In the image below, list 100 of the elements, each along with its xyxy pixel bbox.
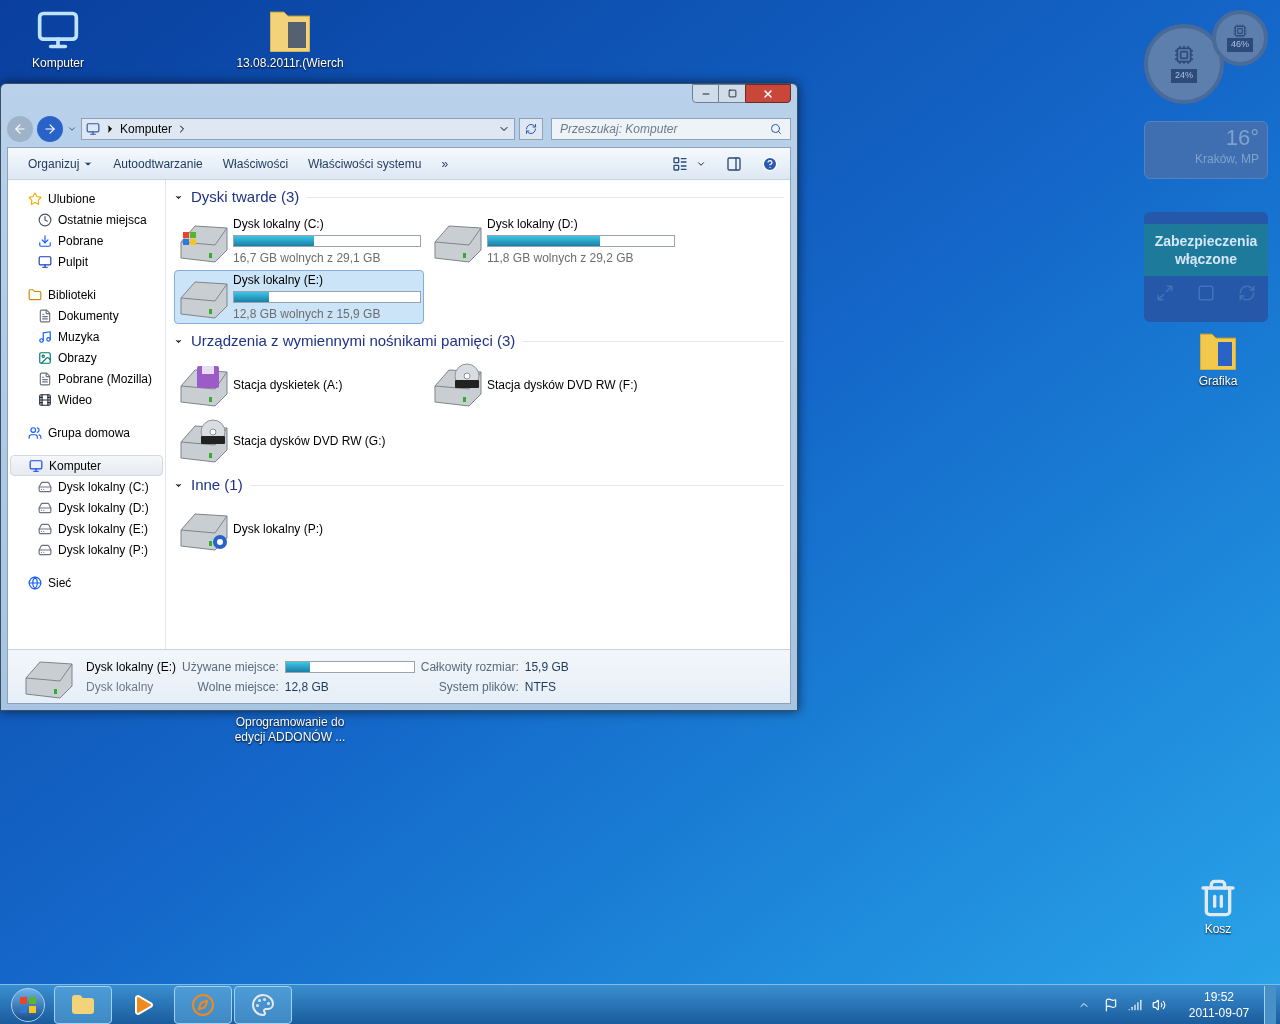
computer-icon: [29, 458, 43, 473]
drive-icon: [38, 542, 52, 557]
drive-tile[interactable]: Stacja dyskietek (A:): [174, 358, 424, 412]
preview-pane-icon[interactable]: [726, 155, 742, 172]
sidebar-item[interactable]: Wideo: [10, 389, 163, 410]
details-value: NTFS: [524, 678, 558, 696]
details-label: System plików:: [437, 678, 519, 696]
drive-name: Dysk lokalny (C:): [233, 216, 325, 233]
folder-icon: [270, 8, 310, 52]
drive-tile[interactable]: Dysk lokalny (D:) 11,8 GB wolnych z 29,2 GB: [428, 214, 678, 268]
address-bar[interactable]: Komputer: [81, 118, 515, 140]
sidebar-item[interactable]: Ostatnie miejsca: [10, 209, 163, 230]
network-signal-icon[interactable]: [1128, 997, 1142, 1012]
minimize-button[interactable]: [692, 84, 719, 103]
details-label: Używane miejsce:: [182, 658, 279, 676]
temperature: 16°: [1225, 126, 1259, 150]
group-heading[interactable]: Inne (1): [191, 473, 243, 497]
drive-icon: [38, 521, 52, 536]
cpu-icon: [1174, 45, 1194, 66]
free-space-text: 16,7 GB wolnych z 29,1 GB: [233, 250, 382, 267]
sidebar-item[interactable]: Dysk lokalny (P:): [10, 539, 163, 560]
sidebar-item[interactable]: Dokumenty: [10, 305, 163, 326]
toolbar-button[interactable]: Właściwości: [214, 151, 297, 176]
sidebar-item[interactable]: Pobrane (Mozilla): [10, 368, 163, 389]
search-icon: [770, 123, 782, 135]
sidebar-item[interactable]: Obrazy: [10, 347, 163, 368]
breadcrumb-item[interactable]: Komputer: [120, 120, 173, 138]
view-options-icon[interactable]: [672, 155, 688, 172]
group-heading[interactable]: Urządzenia z wymiennymi nośnikami pamięci (3): [191, 329, 516, 353]
desktop-icon-label[interactable]: Oprogramowanie do edycji ADDONÓW ...: [220, 715, 360, 745]
document-icon: [38, 308, 52, 323]
sidebar-item[interactable]: Pulpit: [10, 251, 163, 272]
dvd-drive-icon: [433, 362, 483, 408]
clock[interactable]: 19:52 2011-09-07: [1184, 988, 1254, 1021]
picture-icon: [38, 350, 52, 365]
meter-reading: 24%: [1171, 69, 1197, 83]
computer-icon: [86, 122, 100, 136]
sidebar-item[interactable]: Komputer: [10, 455, 163, 476]
maximize-icon: [727, 89, 737, 98]
drive-tile[interactable]: Dysk lokalny (P:): [174, 502, 424, 556]
sidebar-item[interactable]: Muzyka: [10, 326, 163, 347]
desktop-icon-label[interactable]: Grafika: [1198, 374, 1238, 389]
drive-icon: [38, 479, 52, 494]
forward-button[interactable]: [37, 116, 63, 142]
film-icon: [38, 392, 52, 407]
toolbar-button[interactable]: Organizuj: [20, 151, 102, 176]
drive-name: Dysk lokalny (P:): [233, 521, 324, 538]
drive-tile[interactable]: Stacja dysków DVD RW (F:): [428, 358, 678, 412]
volume-icon[interactable]: [1152, 997, 1166, 1012]
weather-place: Kraków, MP: [1194, 151, 1259, 168]
sidebar-item[interactable]: Sieć: [10, 572, 163, 593]
refresh-icon: [525, 123, 537, 135]
close-button[interactable]: [745, 84, 791, 103]
people-icon: [28, 425, 42, 440]
details-label: Całkowity rozmiar:: [420, 658, 519, 676]
details-type: Dysk lokalny: [86, 678, 155, 696]
free-space-text: 12,8 GB wolnych z 15,9 GB: [233, 306, 382, 323]
help-icon[interactable]: [762, 155, 778, 172]
taskbar-button[interactable]: [234, 985, 292, 1024]
folder-icon: [71, 992, 95, 1017]
sidebar-item[interactable]: Grupa domowa: [10, 422, 163, 443]
search-field[interactable]: Przeszukaj: Komputer: [551, 118, 791, 140]
star-icon: [28, 191, 42, 206]
toolbar-button[interactable]: »: [433, 151, 457, 176]
monitor-icon: [38, 254, 52, 269]
free-space-text: 11,8 GB wolnych z 29,2 GB: [487, 250, 635, 267]
toolbar-button[interactable]: Autoodtwarzanie: [105, 151, 211, 176]
refresh-button[interactable]: [519, 118, 543, 140]
sidebar-item[interactable]: Ulubione: [10, 188, 163, 209]
desktop-icon-label[interactable]: 13.08.2011r.(Wierch: [236, 56, 344, 71]
toolbar-button[interactable]: Właściwości systemu: [300, 151, 430, 176]
clock-icon: [38, 212, 52, 227]
drive-tile[interactable]: Dysk lokalny (E:) 12,8 GB wolnych z 15,9 GB: [174, 270, 424, 324]
meter-reading: 46%: [1227, 38, 1253, 52]
drive-name: Dysk lokalny (D:): [487, 216, 579, 233]
drive-tile[interactable]: Dysk lokalny (C:) 16,7 GB wolnych z 29,1 GB: [174, 214, 424, 268]
sidebar-item[interactable]: Pobrane: [10, 230, 163, 251]
history-dropdown-icon[interactable]: [67, 124, 77, 134]
details-label: Wolne miejsce:: [196, 678, 279, 696]
sidebar-item[interactable]: Dysk lokalny (E:): [10, 518, 163, 539]
sidebar-item[interactable]: Biblioteki: [10, 284, 163, 305]
flag-icon[interactable]: [1104, 997, 1118, 1012]
desktop-icon-label[interactable]: Komputer: [32, 56, 84, 71]
show-desktop-button[interactable]: [1264, 985, 1276, 1024]
search-input[interactable]: Przeszukaj: Komputer: [560, 120, 770, 138]
drive-tile[interactable]: Stacja dysków DVD RW (G:): [174, 414, 424, 468]
maximize-button[interactable]: [719, 84, 745, 103]
drive-icon: [38, 500, 52, 515]
details-value: 12,8 GB: [284, 678, 330, 696]
sidebar-item[interactable]: Dysk lokalny (C:): [10, 476, 163, 497]
drive-name: Stacja dysków DVD RW (F:): [487, 377, 638, 394]
group-heading[interactable]: Dyski twarde (3): [191, 185, 300, 209]
download-icon: [38, 233, 52, 248]
drive-name: Stacja dysków DVD RW (G:): [233, 433, 386, 450]
dvd-drive-icon: [179, 418, 229, 464]
close-icon: [762, 87, 774, 100]
details-value: 15,9 GB: [524, 658, 569, 676]
sidebar-item[interactable]: Dysk lokalny (D:): [10, 497, 163, 518]
folder-icon: [28, 287, 42, 302]
palette-icon: [251, 992, 275, 1017]
